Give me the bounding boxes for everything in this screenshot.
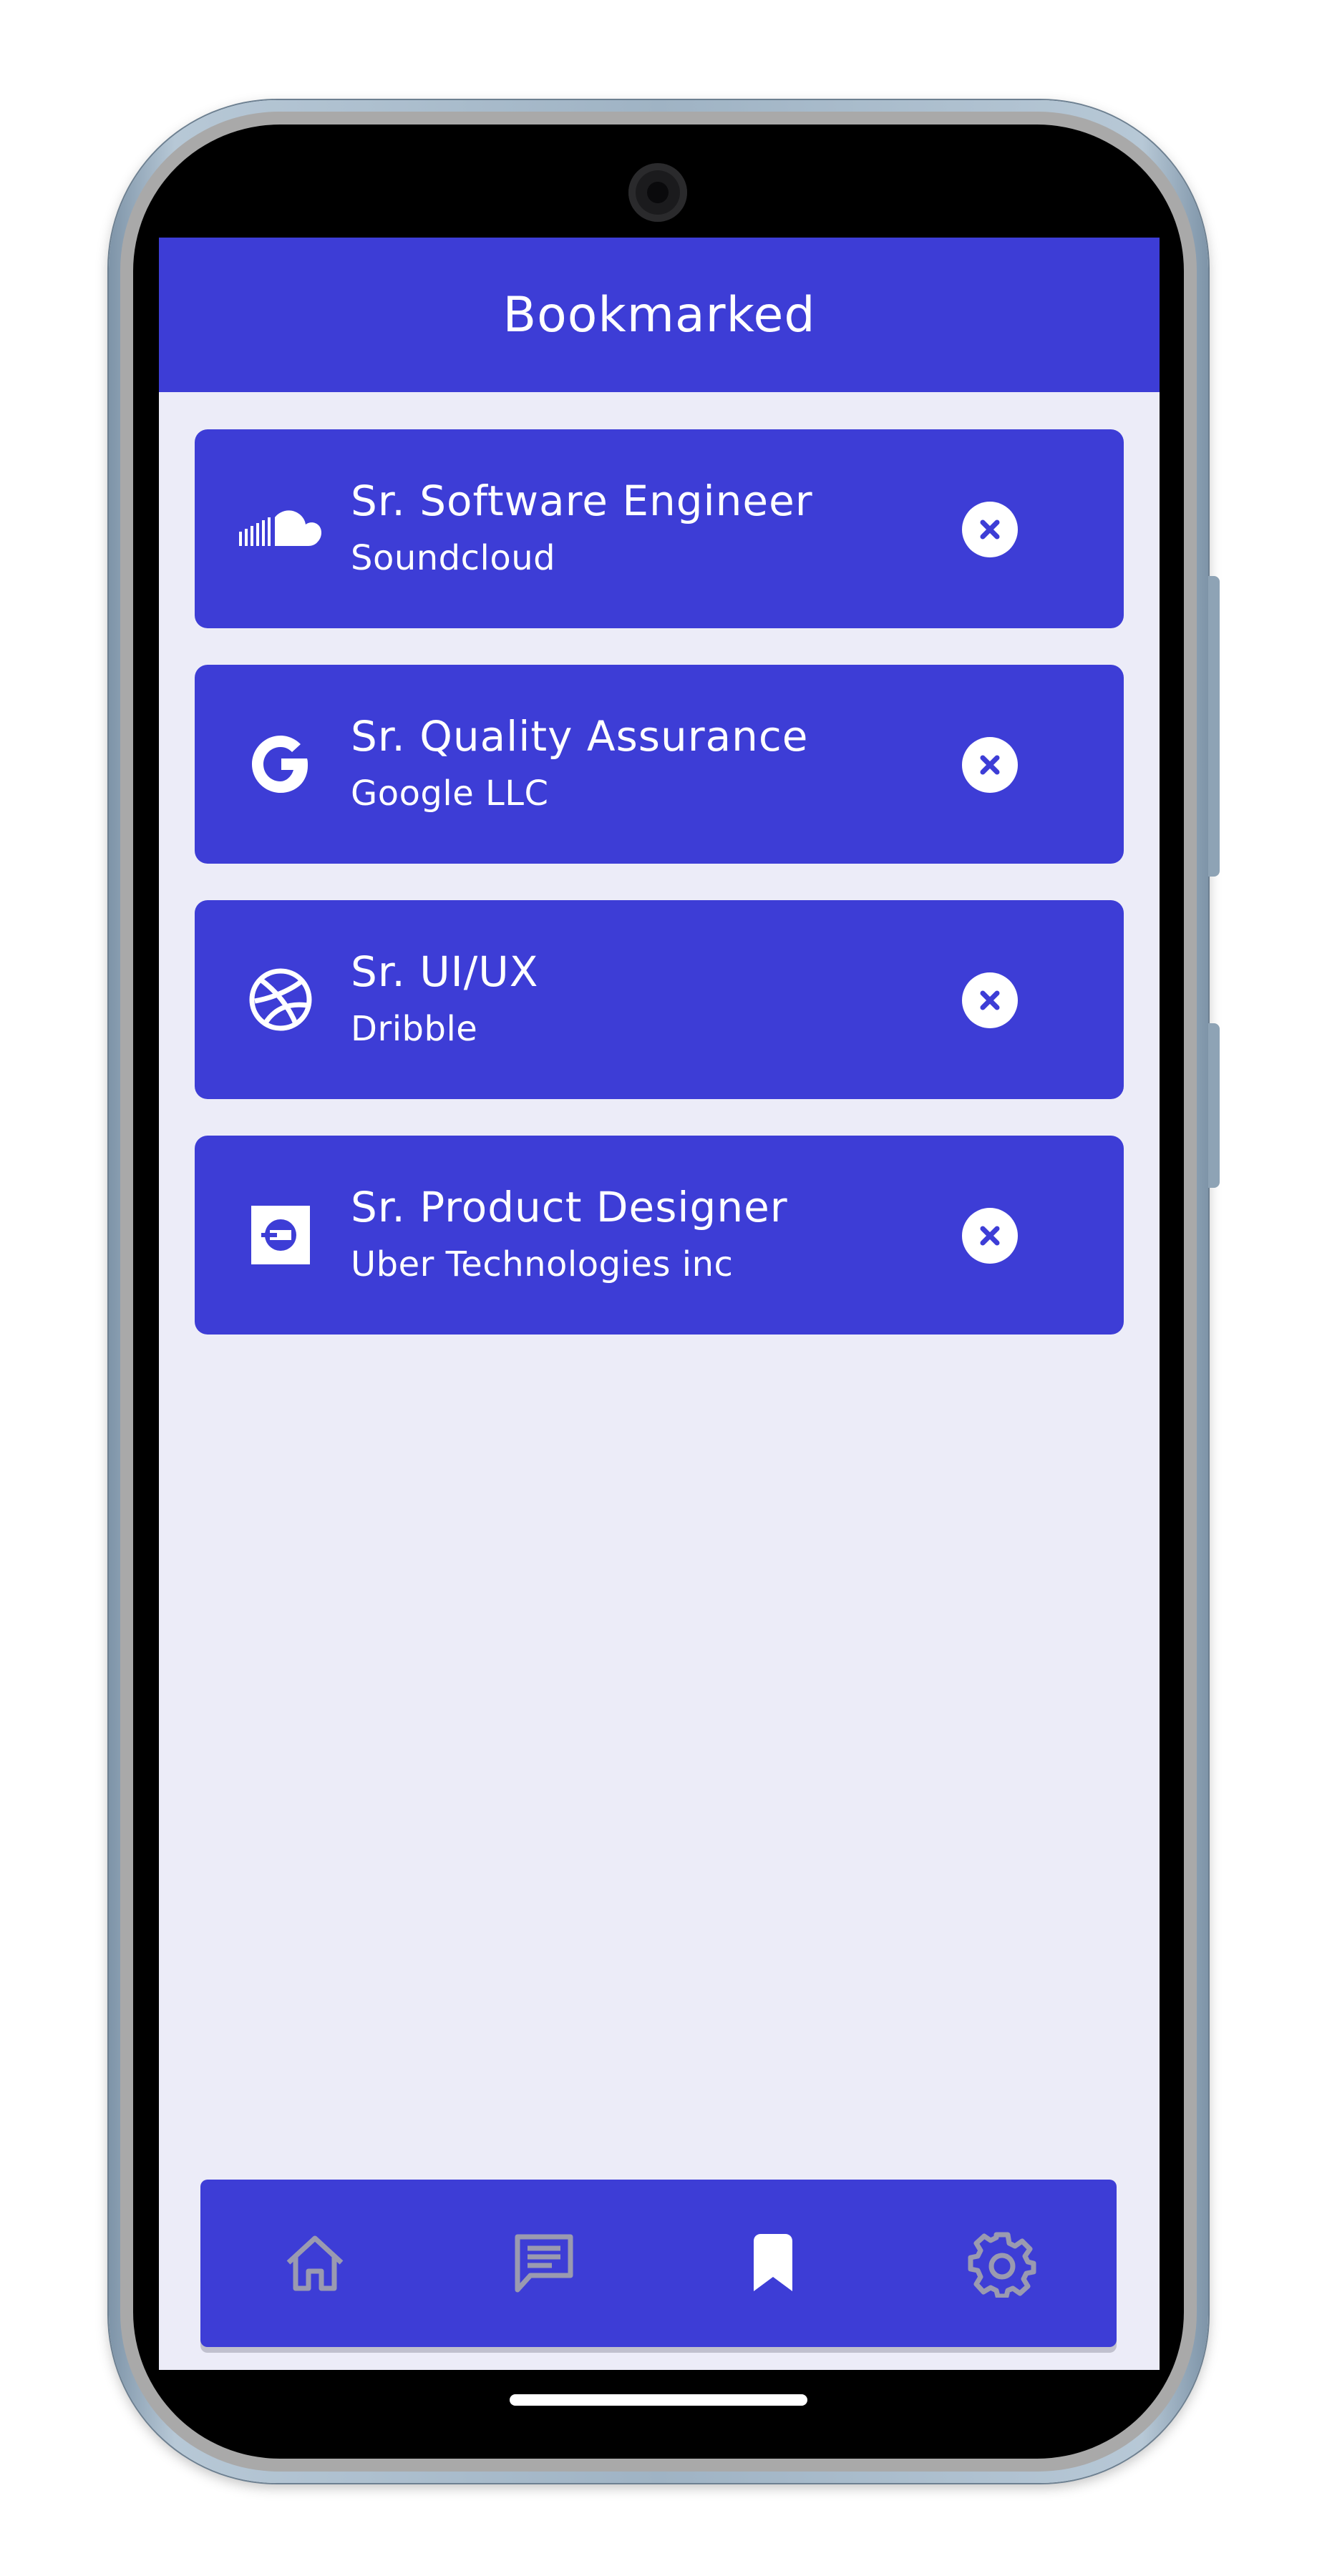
chat-icon [515,2234,573,2293]
job-title: Sr. Product Designer [351,1183,788,1231]
dribbble-icon [238,968,324,1031]
remove-bookmark-button[interactable] [962,737,1018,793]
close-icon [980,990,1000,1010]
job-title: Sr. UI/UX [351,947,539,996]
job-title: Sr. Quality Assurance [351,712,809,761]
bookmark-card[interactable]: Sr. Software Engineer Soundcloud [195,429,1124,628]
page-title: Bookmarked [502,286,816,343]
company-name: Uber Technologies inc [351,1244,734,1284]
google-icon [238,733,324,796]
nav-bookmarks[interactable] [730,2220,816,2306]
bookmark-card[interactable]: Sr. UI/UX Dribble [195,900,1124,1099]
job-title: Sr. Software Engineer [351,477,813,525]
nav-settings[interactable] [959,2220,1045,2306]
company-name: Dribble [351,1009,478,1049]
bookmark-card[interactable]: Sr. Quality Assurance Google LLC [195,665,1124,864]
company-name: Soundcloud [351,538,556,578]
uber-icon [238,1204,324,1267]
home-icon [286,2235,344,2291]
settings-icon [968,2232,1036,2298]
remove-bookmark-button[interactable] [962,502,1018,557]
power-button [1208,1023,1220,1188]
remove-bookmark-button[interactable] [962,972,1018,1028]
app-bar: Bookmarked [159,238,1160,392]
company-name: Google LLC [351,774,549,814]
volume-button [1208,576,1220,877]
front-camera [628,163,687,222]
home-indicator[interactable] [510,2394,807,2406]
bottom-navigation [200,2180,1117,2347]
app-screen: Bookmarked Sr. Software Engineer Soundcl… [159,238,1160,2370]
bookmark-card[interactable]: Sr. Product Designer Uber Technologies i… [195,1136,1124,1335]
close-icon [980,755,1000,775]
close-icon [980,519,1000,540]
remove-bookmark-button[interactable] [962,1208,1018,1264]
nav-messages[interactable] [501,2220,587,2306]
bookmark-icon [754,2234,792,2291]
soundcloud-icon [238,497,324,560]
nav-home[interactable] [272,2220,358,2306]
close-icon [980,1226,1000,1246]
